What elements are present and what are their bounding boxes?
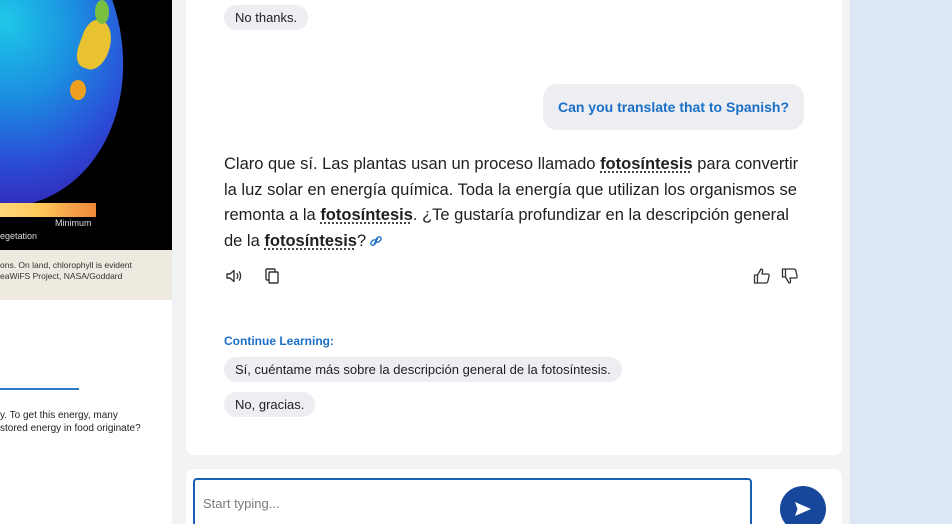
thumbs-down-icon[interactable] [780,266,800,286]
legend-minimum-label: Minimum [55,218,92,228]
legend-vegetation-label: egetation [0,231,38,241]
chlorophyll-map-image: Minimum egetation [0,0,172,250]
thumbs-up-icon[interactable] [752,266,772,286]
send-icon [795,502,811,516]
suggestion-chip[interactable]: No, gracias. [224,392,316,417]
send-button[interactable] [780,486,826,524]
user-message-bubble: Can you translate that to Spanish? [542,84,804,130]
message-composer [186,469,842,524]
response-actions [224,266,282,286]
section-divider [0,388,79,390]
caption-text: ons. On land, chlorophyll is evident eaW… [0,260,132,281]
reading-body-text: y. To get this energy, many stored energ… [0,410,141,434]
image-caption: ons. On land, chlorophyll is evident eaW… [0,250,172,300]
suggestion-chip[interactable]: Sí, cuéntame más sobre la descripción ge… [224,357,622,382]
side-panel [850,0,952,524]
keyword-photosynthesis[interactable]: fotosíntesis [320,206,413,224]
keyword-photosynthesis[interactable]: fotosíntesis [264,232,357,250]
message-input[interactable] [193,478,752,524]
assistant-response: Claro que sí. Las plantas usan un proces… [224,155,799,250]
previous-suggestion-chip[interactable]: No thanks. [224,5,309,30]
link-icon[interactable] [369,235,383,247]
copy-icon[interactable] [262,266,282,286]
reading-panel: Minimum egetation ons. On land, chloroph… [0,0,172,524]
feedback-actions [752,266,800,286]
keyword-photosynthesis[interactable]: fotosíntesis [600,155,693,173]
map-legend-bar [0,203,96,217]
continue-learning-label: Continue Learning: [224,334,334,348]
chat-conversation: No thanks. Can you translate that to Spa… [186,0,842,455]
speaker-icon[interactable] [224,266,244,286]
